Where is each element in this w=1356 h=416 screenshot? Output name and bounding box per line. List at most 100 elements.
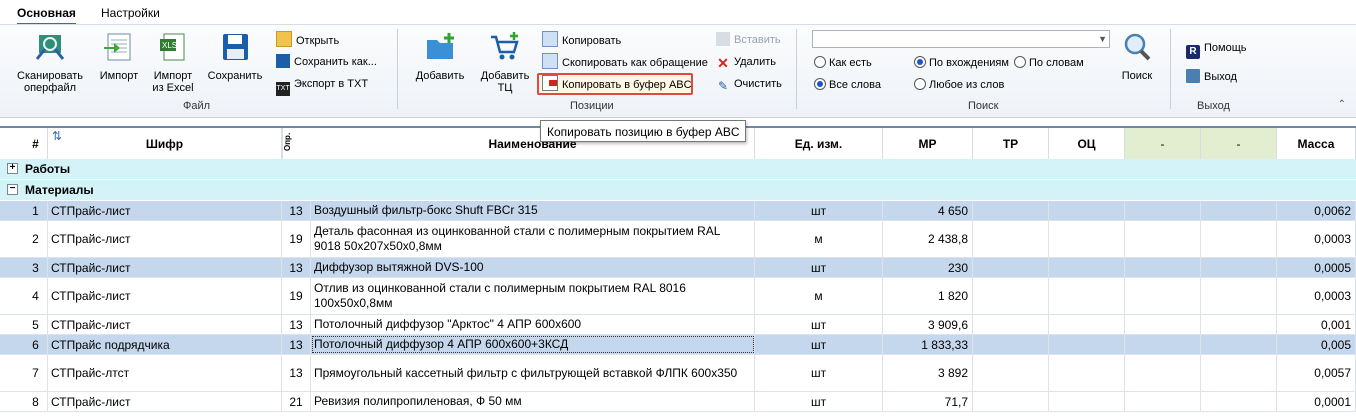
row-empty-cell[interactable] <box>1125 355 1201 391</box>
row-mr[interactable]: 4 650 <box>883 201 973 220</box>
table-row[interactable]: 1 СТПрайс-лист 13 Воздушный фильтр-бокс Shu… <box>0 201 1356 221</box>
radio-as-is[interactable]: Как есть <box>814 56 872 70</box>
row-empty-cell[interactable] <box>973 335 1049 354</box>
row-empty-cell[interactable] <box>1125 392 1201 411</box>
row-mr[interactable]: 3 892 <box>883 355 973 391</box>
row-code[interactable]: СТПрайс подрядчика <box>48 335 282 354</box>
group-row-materials[interactable]: − Материалы <box>0 180 1356 200</box>
radio-all-words[interactable]: Все слова <box>814 78 881 92</box>
radio-any-word[interactable]: Любое из слов <box>914 78 1004 92</box>
row-code[interactable]: СТПрайс-лист <box>48 201 282 220</box>
row-mr[interactable]: 1 833,33 <box>883 335 973 354</box>
row-empty-cell[interactable] <box>1049 221 1125 257</box>
row-mr[interactable]: 2 438,8 <box>883 221 973 257</box>
row-empty-cell[interactable] <box>973 315 1049 334</box>
row-mr[interactable]: 71,7 <box>883 392 973 411</box>
row-code[interactable]: СТПрайс-лист <box>48 258 282 277</box>
row-number[interactable]: 1 <box>24 201 48 220</box>
table-row[interactable]: 8 СТПрайс-лист 21 Ревизия полипропиленовая,… <box>0 392 1356 412</box>
table-row[interactable]: 2 СТПрайс-лист 19 Деталь фасонная из оцинко… <box>0 221 1356 258</box>
row-unit[interactable]: шт <box>755 258 883 277</box>
chevron-down-icon[interactable]: ▼ <box>1098 34 1107 44</box>
row-opr[interactable]: 21 <box>282 392 311 411</box>
table-row[interactable]: 3 СТПрайс-лист 13 Диффузор вытяжной DVS-100… <box>0 258 1356 278</box>
row-unit[interactable]: шт <box>755 201 883 220</box>
export-txt-button[interactable]: TXT Экспорт в TXT <box>276 75 368 96</box>
row-empty-cell[interactable] <box>1201 392 1277 411</box>
row-name[interactable]: Воздушный фильтр-бокс Shuft FBCr 315 <box>311 201 755 220</box>
help-button[interactable]: R Помощь <box>1186 39 1247 59</box>
col-dash-2[interactable]: - <box>1201 128 1277 160</box>
row-number[interactable]: 4 <box>24 278 48 314</box>
row-name[interactable]: Отлив из оцинкованной стали с полимерным… <box>311 278 755 314</box>
collapse-icon[interactable]: − <box>7 184 18 195</box>
tab-main[interactable]: Основная <box>17 5 76 25</box>
table-row[interactable]: 5 СТПрайс-лист 13 Потолочный диффузор "Аркт… <box>0 315 1356 335</box>
row-mass[interactable]: 0,0062 <box>1277 201 1356 220</box>
row-empty-cell[interactable] <box>1201 315 1277 334</box>
search-button[interactable]: Поиск <box>1116 31 1158 82</box>
row-empty-cell[interactable] <box>1049 315 1125 334</box>
row-opr[interactable]: 13 <box>282 315 311 334</box>
col-dash-1[interactable]: - <box>1125 128 1201 160</box>
row-unit[interactable]: м <box>755 278 883 314</box>
row-unit[interactable]: м <box>755 221 883 257</box>
row-empty-cell[interactable] <box>973 258 1049 277</box>
import-excel-button[interactable]: XLS Импорт из Excel <box>150 31 196 94</box>
col-oc[interactable]: ОЦ <box>1049 128 1125 160</box>
collapse-ribbon-icon[interactable]: ⌃ <box>1338 99 1346 110</box>
row-empty-cell[interactable] <box>1049 201 1125 220</box>
row-empty-cell[interactable] <box>973 355 1049 391</box>
row-empty-cell[interactable] <box>1125 278 1201 314</box>
copy-button[interactable]: Копировать <box>542 31 621 49</box>
row-number[interactable]: 7 <box>24 355 48 391</box>
row-mass[interactable]: 0,0057 <box>1277 355 1356 391</box>
col-mass[interactable]: Масса <box>1277 128 1356 160</box>
row-empty-cell[interactable] <box>1049 278 1125 314</box>
row-name[interactable]: Потолочный диффузор "Арктос" 4 АПР 600x6… <box>311 315 755 334</box>
expand-icon[interactable]: + <box>7 163 18 174</box>
row-mass[interactable]: 0,0003 <box>1277 278 1356 314</box>
row-unit[interactable]: шт <box>755 335 883 354</box>
group-row-works[interactable]: + Работы <box>0 159 1356 179</box>
row-number[interactable]: 5 <box>24 315 48 334</box>
row-empty-cell[interactable] <box>1125 335 1201 354</box>
table-row[interactable]: 4 СТПрайс-лист 19 Отлив из оцинкованной ста… <box>0 278 1356 315</box>
row-code[interactable]: СТПрайс-лист <box>48 392 282 411</box>
row-empty-cell[interactable] <box>1201 201 1277 220</box>
row-mr[interactable]: 1 820 <box>883 278 973 314</box>
open-button[interactable]: Открыть <box>276 31 339 49</box>
row-name[interactable]: Деталь фасонная из оцинкованной стали с … <box>311 221 755 257</box>
sort-icon[interactable]: ⇅ <box>52 120 62 152</box>
tab-settings[interactable]: Настройки <box>101 5 160 23</box>
row-unit[interactable]: шт <box>755 392 883 411</box>
row-mass[interactable]: 0,0001 <box>1277 392 1356 411</box>
exit-button[interactable]: Выход <box>1186 68 1237 86</box>
row-empty-cell[interactable] <box>973 221 1049 257</box>
paste-button[interactable]: Вставить <box>716 31 781 49</box>
row-empty-cell[interactable] <box>1201 335 1277 354</box>
row-empty-cell[interactable] <box>1201 221 1277 257</box>
col-tr[interactable]: ТР <box>973 128 1049 160</box>
row-opr[interactable]: 19 <box>282 221 311 257</box>
save-button[interactable]: Сохранить <box>204 31 266 82</box>
scan-operfile-button[interactable]: Сканировать оперфайл <box>14 31 86 94</box>
col-unit[interactable]: Ед. изм. <box>755 128 883 160</box>
add-button[interactable]: Добавить <box>410 31 470 82</box>
row-empty-cell[interactable] <box>1201 355 1277 391</box>
row-mass[interactable]: 0,0003 <box>1277 221 1356 257</box>
row-code[interactable]: СТПрайс-лтст <box>48 355 282 391</box>
row-unit[interactable]: шт <box>755 315 883 334</box>
col-mr[interactable]: МР <box>883 128 973 160</box>
row-mr[interactable]: 3 909,6 <box>883 315 973 334</box>
radio-by-occurrence[interactable]: По вхождениям <box>914 56 1009 70</box>
row-empty-cell[interactable] <box>1125 258 1201 277</box>
copy-as-request-button[interactable]: Скопировать как обращение <box>542 53 708 71</box>
row-empty-cell[interactable] <box>1049 335 1125 354</box>
row-code[interactable]: СТПрайс-лист <box>48 221 282 257</box>
table-row[interactable]: 6 СТПрайс подрядчика 13 Потолочный диффузор… <box>0 335 1356 355</box>
col-num[interactable]: # <box>24 128 48 160</box>
row-empty-cell[interactable] <box>973 278 1049 314</box>
copy-to-abc-button[interactable]: Копировать в буфер ABC <box>542 75 692 93</box>
row-empty-cell[interactable] <box>973 392 1049 411</box>
